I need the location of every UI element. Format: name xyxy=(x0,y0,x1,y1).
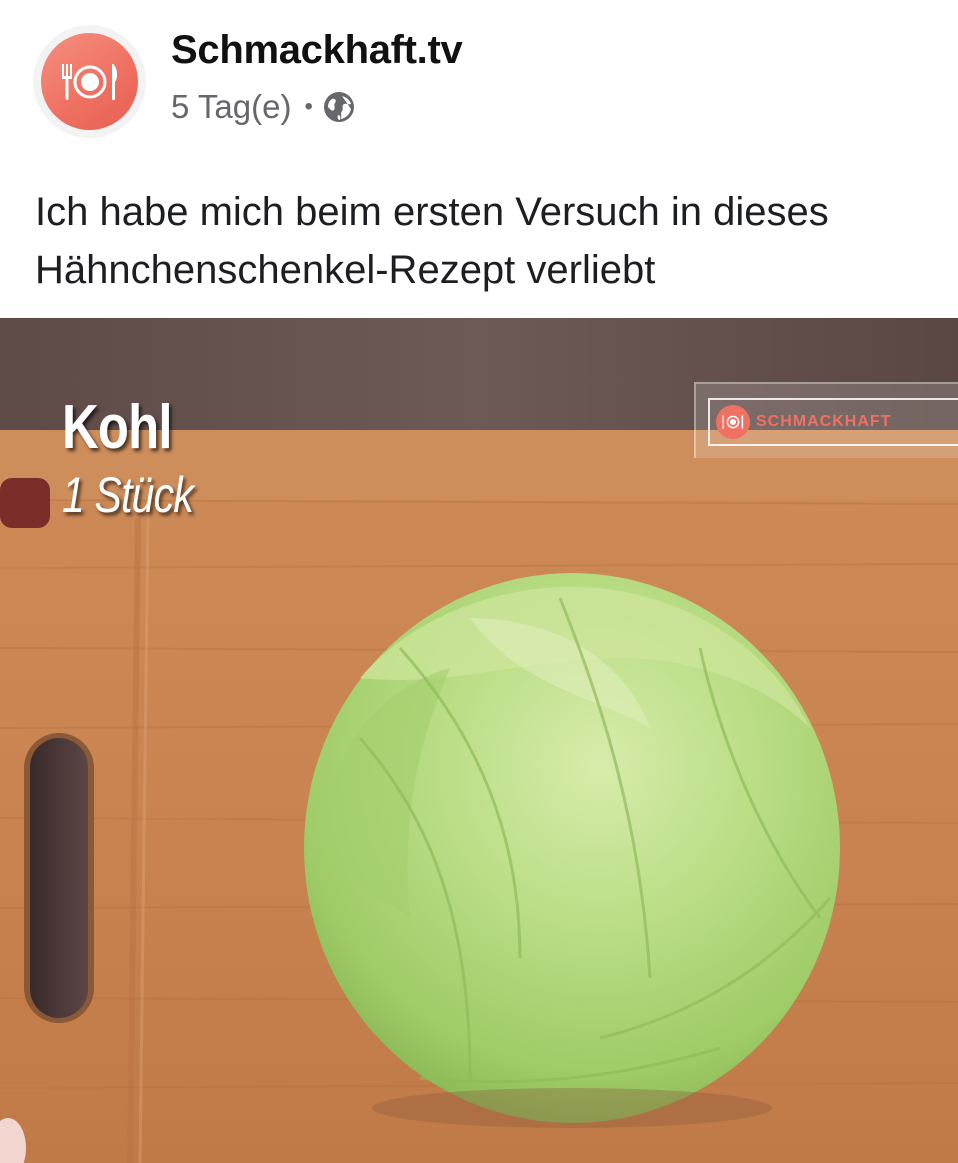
meta-separator: • xyxy=(304,93,313,120)
post-video[interactable]: SCHMACKHAFT Kohl 1 Stück xyxy=(0,318,958,1163)
post-timestamp[interactable]: 5 Tag(e) xyxy=(171,88,291,126)
watermark-text: SCHMACKHAFT xyxy=(756,413,892,430)
post-message: Ich habe mich beim ersten Versuch in die… xyxy=(35,190,829,292)
ingredient-name-caption: Kohl xyxy=(62,393,172,462)
plate-cutlery-icon xyxy=(716,405,750,439)
page-avatar[interactable] xyxy=(33,25,146,138)
globe-icon[interactable] xyxy=(322,90,356,124)
page-name-link[interactable]: Schmackhaft.tv xyxy=(171,28,463,73)
post-header: Schmackhaft.tv 5 Tag(e) • xyxy=(0,0,958,150)
watermark-box: SCHMACKHAFT xyxy=(708,398,958,446)
ingredient-quantity-caption: 1 Stück xyxy=(62,467,194,523)
channel-watermark: SCHMACKHAFT xyxy=(694,382,958,458)
plate-cutlery-icon xyxy=(41,33,138,130)
post-meta: 5 Tag(e) • xyxy=(171,88,356,126)
